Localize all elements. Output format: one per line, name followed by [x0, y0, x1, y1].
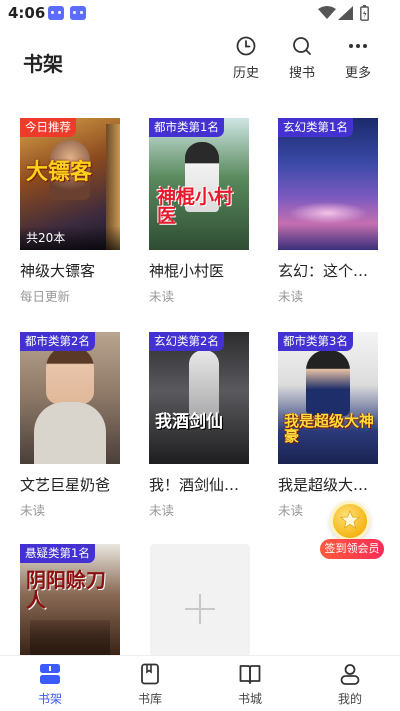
book-title: 我！酒剑仙…	[149, 476, 240, 494]
book-title: 玄幻：这个…	[278, 262, 369, 280]
book-cover[interactable]: 我酒剑仙 玄幻类第2名	[149, 332, 249, 464]
status-time: 4:06	[8, 4, 46, 22]
book-item[interactable]: 我是超级大神豪 都市类第3名 我是超级大… 未读	[278, 332, 378, 519]
book-status: 未读	[20, 503, 46, 518]
game-app-icon	[70, 6, 86, 20]
history-button[interactable]: 历史	[221, 36, 271, 81]
book-cover[interactable]: 玄幻类第1名	[278, 118, 378, 250]
cover-title: 大镖客	[26, 160, 93, 185]
nav-library[interactable]: 书库	[120, 662, 180, 707]
book-status: 未读	[278, 289, 304, 304]
rank-badge: 都市类第3名	[278, 332, 353, 351]
book-title: 神级大镖客	[20, 262, 96, 280]
signal-icon	[338, 6, 353, 20]
book-cover[interactable]: 阴阳赊刀人 悬疑类第1名	[20, 544, 120, 655]
search-icon	[293, 37, 311, 55]
cover-title: 我是超级大神豪	[284, 412, 375, 446]
nav-profile[interactable]: 我的	[320, 662, 380, 707]
status-bar: 4:06	[0, 0, 400, 28]
book-status: 未读	[149, 289, 175, 304]
rank-badge: 玄幻类第2名	[149, 332, 224, 351]
book-cover[interactable]: 大镖客 今日推荐 共20本	[20, 118, 120, 250]
signin-reward-button[interactable]: 签到领会员	[314, 499, 386, 563]
book-item[interactable]: 玄幻类第1名 玄幻：这个… 未读	[278, 118, 378, 305]
book-item[interactable]: 我酒剑仙 玄幻类第2名 我！酒剑仙… 未读	[149, 332, 249, 519]
history-label: 历史	[232, 66, 259, 81]
bottom-nav: 书架 书库 书城 我的	[0, 655, 400, 711]
book-title: 文艺巨星奶爸	[20, 476, 111, 494]
profile-icon	[340, 664, 360, 685]
more-icon	[349, 44, 367, 48]
search-books-button[interactable]: 搜书	[277, 36, 327, 81]
book-item[interactable]: 神棍小村医 都市类第1名 神棍小村医 未读	[149, 118, 249, 305]
nav-label: 我的	[337, 692, 362, 706]
nav-label: 书库	[137, 692, 162, 706]
header: 书架 历史 搜书 更多	[0, 28, 400, 92]
rank-badge: 玄幻类第1名	[278, 118, 353, 137]
search-books-label: 搜书	[288, 66, 315, 81]
book-cover[interactable]: 我是超级大神豪 都市类第3名	[278, 332, 378, 464]
page-title: 书架	[23, 52, 63, 76]
more-button[interactable]: 更多	[333, 36, 383, 81]
nav-label: 书城	[237, 692, 262, 706]
more-label: 更多	[344, 66, 371, 81]
nav-bookstore[interactable]: 书城	[220, 662, 280, 707]
book-item[interactable]: 都市类第2名 文艺巨星奶爸 未读	[20, 332, 120, 519]
book-count: 共20本	[20, 226, 120, 250]
signin-label: 签到领会员	[320, 539, 384, 559]
cover-title: 我酒剑仙	[155, 412, 223, 432]
book-status: 每日更新	[20, 289, 71, 304]
nav-label: 书架	[37, 692, 62, 706]
recommend-badge: 今日推荐	[20, 118, 76, 137]
cover-title: 阴阳赊刀人	[26, 568, 106, 613]
rank-badge: 悬疑类第1名	[20, 544, 95, 563]
add-book-button[interactable]	[150, 544, 250, 656]
clock-icon	[236, 36, 256, 56]
book-status: 未读	[149, 503, 175, 518]
battery-icon	[360, 5, 369, 21]
bookshelf-icon	[40, 664, 60, 684]
book-title: 神棍小村医	[149, 262, 225, 280]
book-open-icon	[239, 665, 261, 684]
game-app-icon	[48, 6, 64, 20]
rank-badge: 都市类第2名	[20, 332, 95, 351]
nav-bookshelf[interactable]: 书架	[20, 662, 80, 707]
library-icon	[141, 663, 159, 685]
book-title: 我是超级大…	[278, 476, 369, 494]
book-item[interactable]: 阴阳赊刀人 悬疑类第1名	[20, 544, 120, 655]
cover-title: 神棍小村医	[157, 186, 234, 228]
book-cover[interactable]: 都市类第2名	[20, 332, 120, 464]
rank-badge: 都市类第1名	[149, 118, 224, 137]
book-item[interactable]: 大镖客 今日推荐 共20本 神级大镖客 每日更新	[20, 118, 120, 305]
book-cover[interactable]: 神棍小村医 都市类第1名	[149, 118, 249, 250]
star-coin-icon	[330, 501, 370, 541]
star-icon	[340, 510, 360, 529]
wifi-icon	[318, 6, 336, 19]
